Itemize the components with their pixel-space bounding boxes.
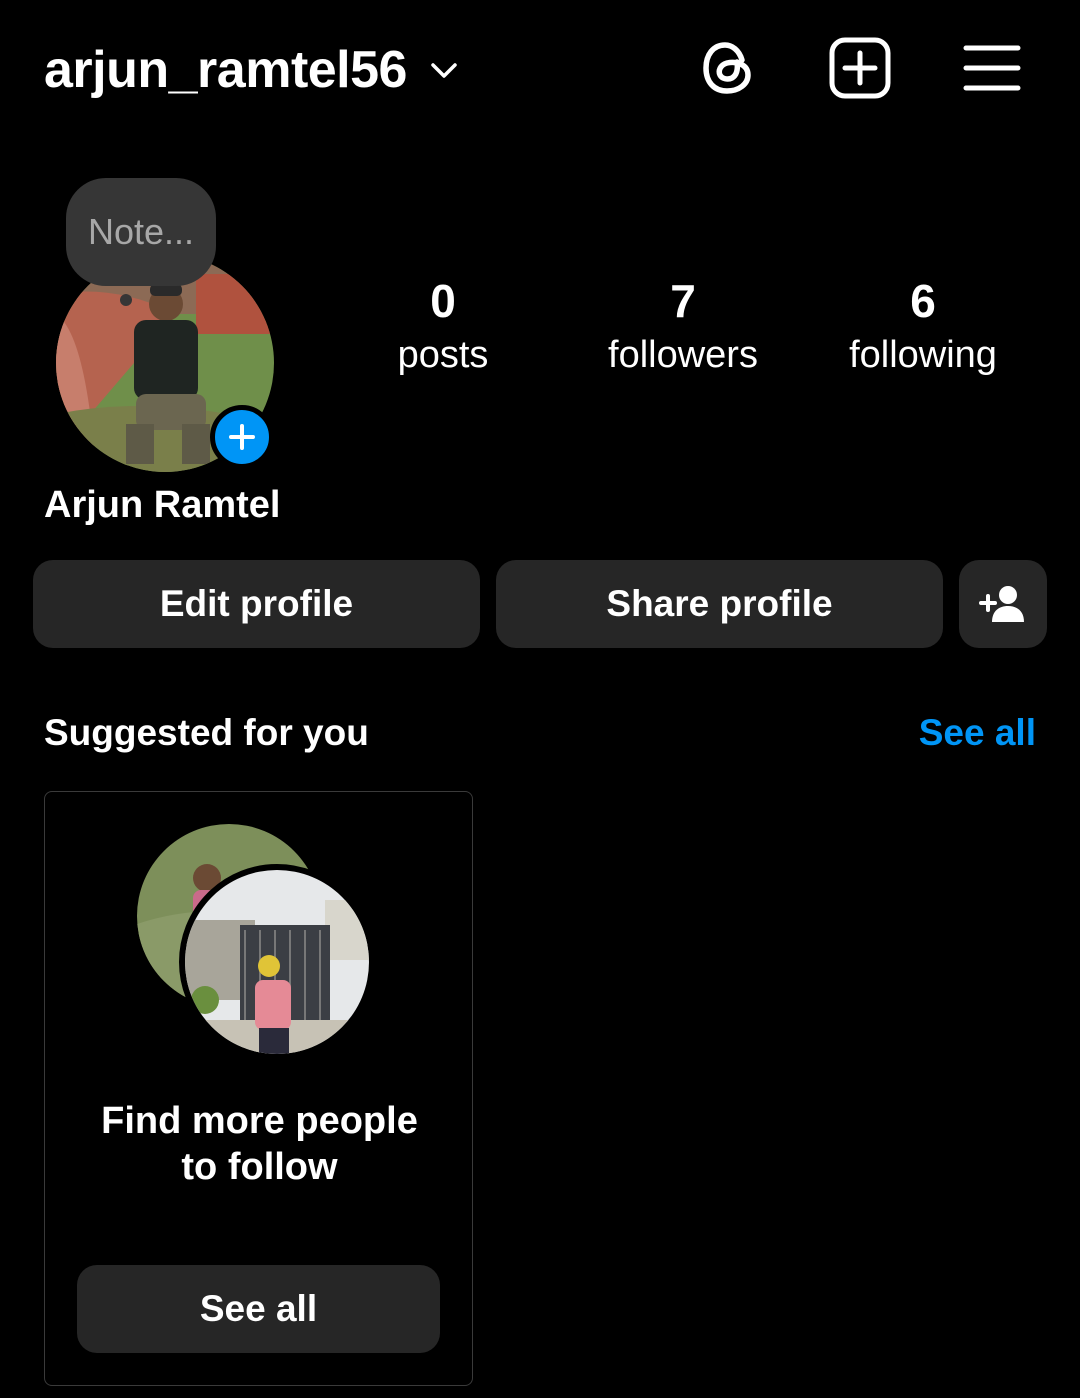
display-name: Arjun Ramtel [44,484,281,526]
note-bubble-tail [120,294,132,306]
stat-followers[interactable]: 7 followers [573,272,793,380]
account-switcher[interactable]: arjun_ramtel56 [44,34,459,106]
followers-label: followers [608,334,758,376]
add-story-button[interactable] [210,405,274,469]
stat-following[interactable]: 6 following [813,272,1033,380]
new-post-icon[interactable] [828,36,892,100]
suggested-title: Suggested for you [44,712,369,753]
suggestion-see-all-button[interactable]: See all [77,1265,440,1353]
suggestion-text-line2: to follow [181,1146,338,1188]
followers-count: 7 [670,275,696,327]
share-profile-button[interactable]: Share profile [496,560,943,648]
see-all-link[interactable]: See all [919,708,1036,758]
menu-icon[interactable] [960,36,1024,100]
suggested-avatar-2 [179,864,375,1060]
plus-icon [229,424,255,450]
discover-people-button[interactable] [959,560,1047,648]
chevron-down-icon [429,55,459,85]
following-label: following [849,334,997,376]
suggestion-text-line1: Find more people [101,1100,418,1142]
add-person-icon [979,586,1024,622]
profile-header: arjun_ramtel56 [0,0,1080,140]
note-placeholder: Note... [87,211,195,252]
following-count: 6 [910,275,936,327]
edit-profile-button[interactable]: Edit profile [33,560,480,648]
posts-count: 0 [430,275,456,327]
posts-label: posts [397,334,489,376]
note-bubble[interactable]: Note... [66,178,216,286]
username: arjun_ramtel56 [44,41,407,99]
suggestion-card-text: Find more people to follow [45,1098,474,1190]
threads-icon[interactable] [696,36,760,100]
suggestion-card: Find more people to follow See all [44,791,473,1386]
stat-posts[interactable]: 0 posts [333,272,553,380]
